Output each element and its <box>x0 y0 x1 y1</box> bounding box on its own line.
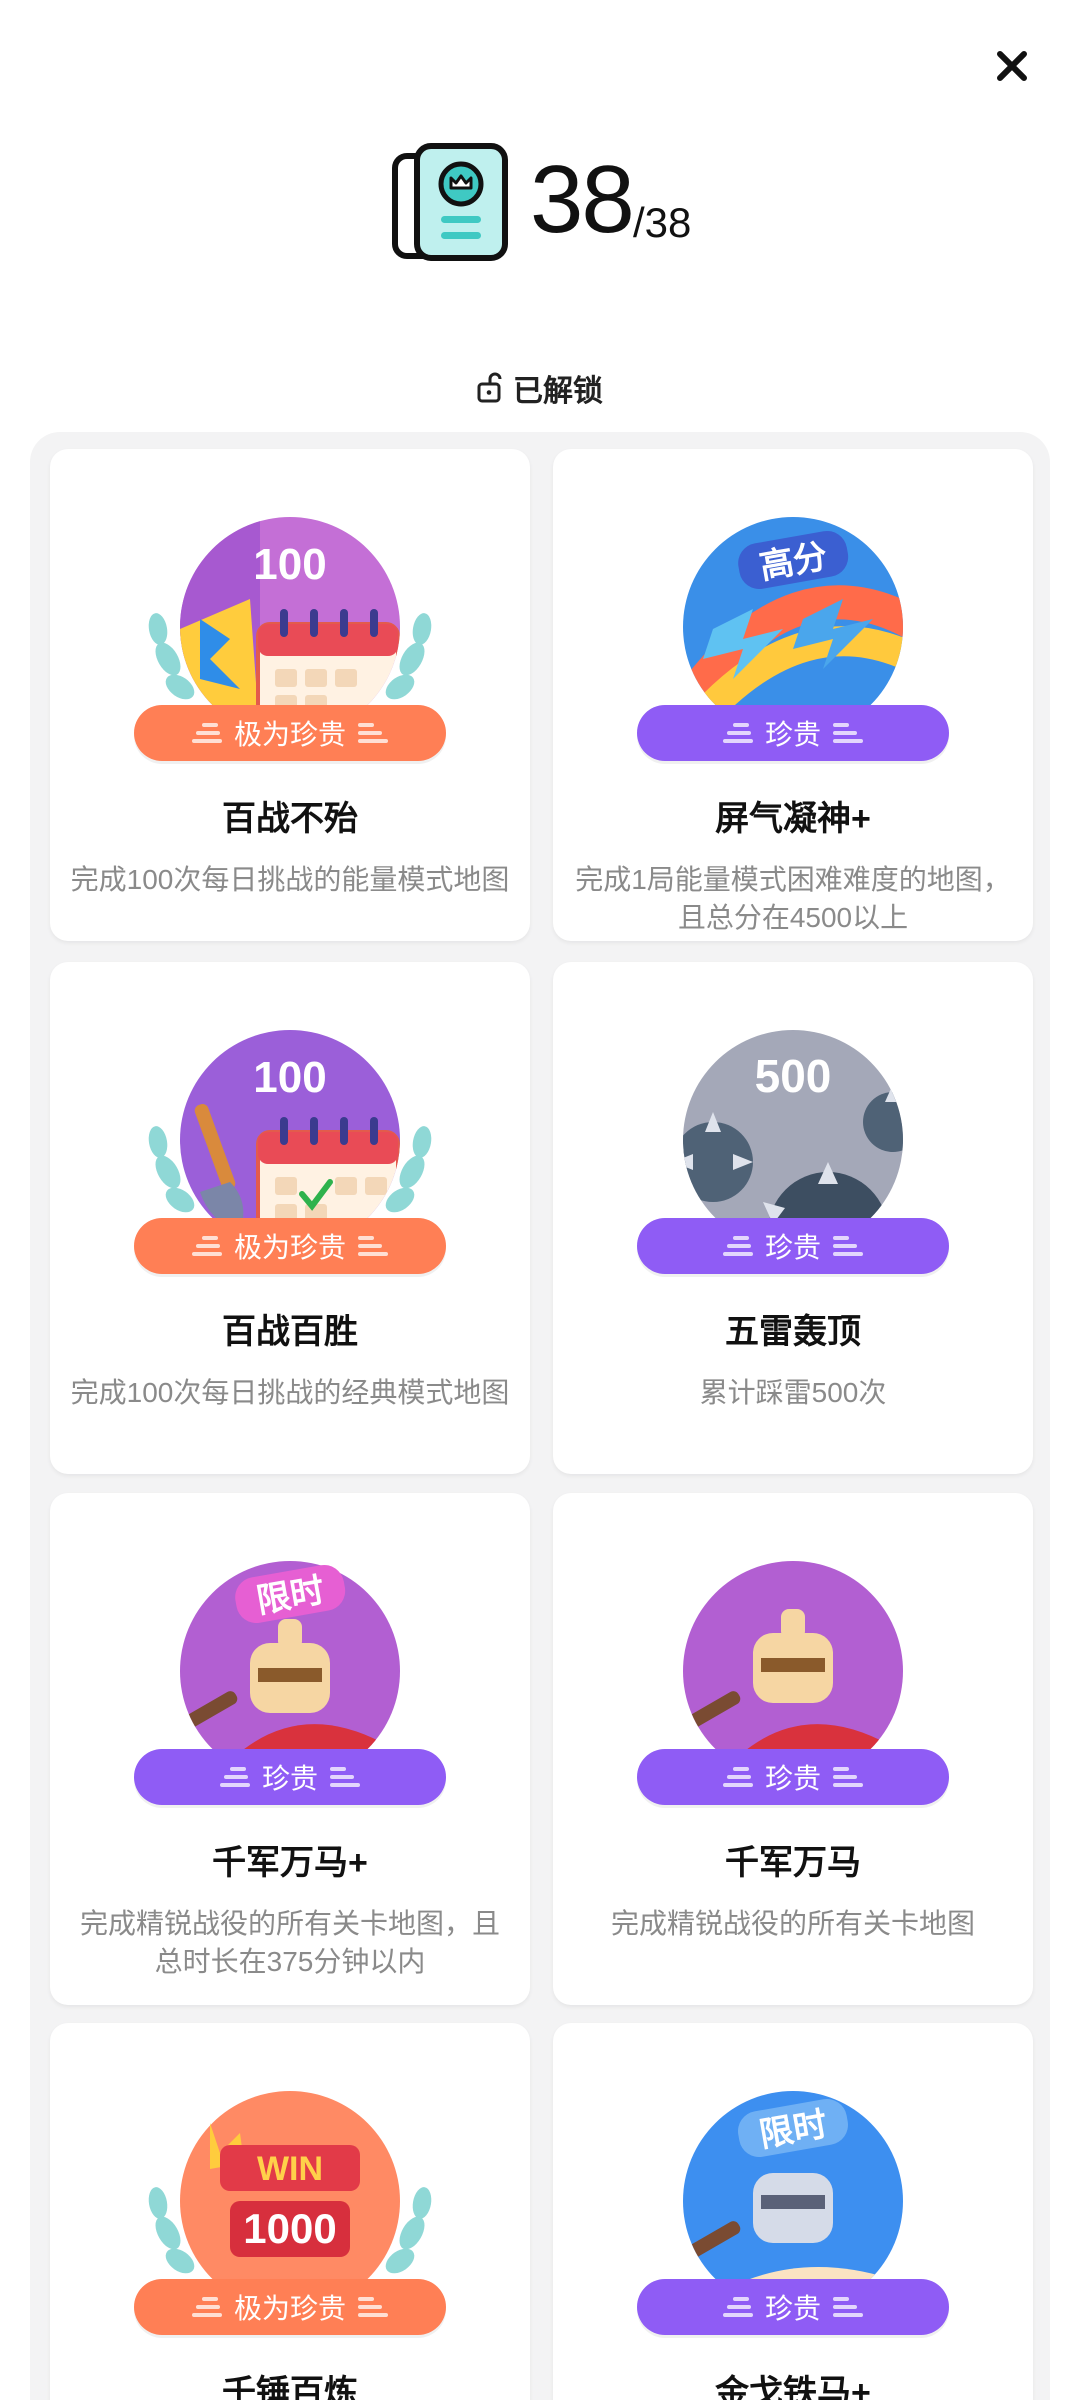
badge-text: 100 <box>253 1053 326 1102</box>
achievements-page: 38 /38 已解锁 100 极为珍贵 百战不殆 完成100次每日挑战的能量模式… <box>0 0 1080 2400</box>
stripe-decoration-icon <box>833 1767 863 1787</box>
stripe-decoration-icon <box>330 1767 360 1787</box>
stripe-decoration-icon <box>219 1767 250 1787</box>
rarity-tag: 珍贵 <box>637 2279 949 2335</box>
rarity-tag: 珍贵 <box>637 705 949 761</box>
rarity-tag: 极为珍贵 <box>134 1218 446 1274</box>
achievement-card[interactable]: 500 珍贵 五雷轰顶 累计踩雷500次 <box>553 962 1033 1474</box>
stripe-decoration-icon <box>722 1236 753 1256</box>
achievement-title: 千锤百炼 <box>222 2374 358 2400</box>
rarity-label: 珍贵 <box>764 719 821 750</box>
rarity-tag: 珍贵 <box>637 1218 949 1274</box>
rarity-label: 珍贵 <box>261 1763 318 1794</box>
stripe-decoration-icon <box>833 1236 863 1256</box>
achievement-desc: 完成精锐战役的所有关卡地图，且总时长在375分钟以内 <box>79 1908 500 1977</box>
stripe-decoration-icon <box>833 723 863 743</box>
rarity-label: 极为珍贵 <box>233 2293 346 2324</box>
stripe-decoration-icon <box>191 2297 222 2317</box>
badge-text: 1000 <box>243 2205 336 2252</box>
achievement-desc: 完成100次每日挑战的经典模式地图 <box>70 1377 510 1408</box>
achievement-card[interactable]: WIN 1000 极为珍贵 千锤百炼 <box>50 2023 530 2400</box>
rarity-label: 珍贵 <box>764 1763 821 1794</box>
achievement-title: 千军万马 <box>725 1844 861 1882</box>
achievement-card[interactable]: 珍贵 千军万马 完成精锐战役的所有关卡地图 <box>553 1493 1033 2005</box>
rarity-tag: 极为珍贵 <box>134 2279 446 2335</box>
achievement-title: 五雷轰顶 <box>725 1313 861 1351</box>
rarity-label: 珍贵 <box>764 2293 821 2324</box>
achievement-title: 百战不殆 <box>222 800 358 838</box>
achievement-desc: 完成精锐战役的所有关卡地图 <box>610 1908 975 1939</box>
close-button[interactable] <box>990 44 1034 88</box>
rarity-label: 极为珍贵 <box>233 1232 346 1263</box>
stripe-decoration-icon <box>358 723 388 743</box>
rarity-label: 珍贵 <box>764 1232 821 1263</box>
rarity-tag: 珍贵 <box>637 1749 949 1805</box>
close-icon <box>997 51 1027 81</box>
badge-text: 500 <box>755 1050 832 1102</box>
stripe-decoration-icon <box>358 2297 388 2317</box>
achievement-title: 千军万马+ <box>212 1844 368 1882</box>
total-count: /38 <box>633 199 692 246</box>
rarity-tag: 极为珍贵 <box>134 705 446 761</box>
stripe-decoration-icon <box>191 723 222 743</box>
unlocked-section-label: 已解锁 <box>0 366 1080 410</box>
achievement-desc: 累计踩雷500次 <box>699 1377 887 1408</box>
stripe-decoration-icon <box>722 723 753 743</box>
achievement-card[interactable]: 100 极为珍贵 百战百胜 完成100次每日挑战的经典模式地图 <box>50 962 530 1474</box>
unlocked-label-text: 已解锁 <box>513 375 603 408</box>
achievement-title: 金戈铁马+ <box>715 2374 871 2400</box>
unlock-icon <box>477 372 502 403</box>
stripe-decoration-icon <box>722 1767 753 1787</box>
achievement-card[interactable]: 限时 珍贵 千军万马+ 完成精锐战役的所有关卡地图，且总时长在375分钟以内 <box>50 1493 530 2005</box>
achievement-count-header: 38 /38 <box>0 140 1080 270</box>
achievement-desc: 完成100次每日挑战的能量模式地图 <box>70 864 510 895</box>
stripe-decoration-icon <box>722 2297 753 2317</box>
stripe-decoration-icon <box>358 1236 388 1256</box>
stripe-decoration-icon <box>191 1236 222 1256</box>
achievement-card[interactable]: 高分 珍贵 屏气凝神+ 完成1局能量模式困难难度的地图，且总分在4500以上 <box>553 449 1033 941</box>
achievement-title: 屏气凝神+ <box>715 800 871 838</box>
achievement-card[interactable]: 100 极为珍贵 百战不殆 完成100次每日挑战的能量模式地图 <box>50 449 530 941</box>
achievement-desc: 完成1局能量模式困难难度的地图，且总分在4500以上 <box>575 864 1011 933</box>
rarity-tag: 珍贵 <box>134 1749 446 1805</box>
stripe-decoration-icon <box>833 2297 863 2317</box>
unlocked-count: 38 <box>530 146 635 253</box>
achievement-title: 百战百胜 <box>222 1313 358 1351</box>
achievement-card[interactable]: 限时 珍贵 金戈铁马+ <box>553 2023 1033 2400</box>
achievement-book-icon <box>392 143 508 261</box>
rarity-label: 极为珍贵 <box>233 719 346 750</box>
badge-label: WIN <box>257 2150 323 2188</box>
badge-text: 100 <box>253 540 326 589</box>
